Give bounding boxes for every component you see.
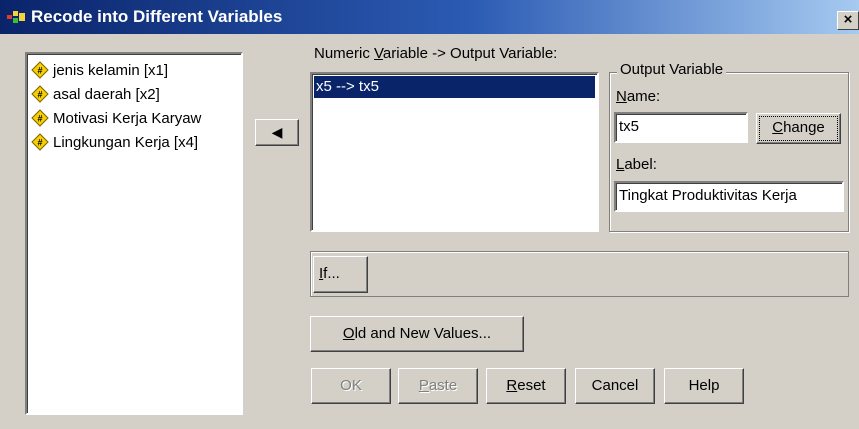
spss-app-icon: [7, 11, 25, 23]
svg-text:#: #: [37, 138, 42, 148]
change-button[interactable]: Change: [756, 113, 841, 144]
reset-button[interactable]: Reset: [486, 368, 566, 404]
list-item-label: jenis kelamin [x1]: [53, 61, 169, 79]
list-item-label: Lingkungan Kerja [x4]: [53, 133, 199, 151]
output-variable-group-title: Output Variable: [617, 61, 727, 78]
numeric-variable-icon: #: [31, 85, 49, 103]
list-item[interactable]: # asal daerah [x2]: [31, 83, 160, 105]
ok-button[interactable]: OK: [311, 368, 391, 404]
list-item[interactable]: # Lingkungan Kerja [x4]: [31, 131, 198, 153]
if-button[interactable]: If...: [313, 256, 368, 293]
recode-dialog: Recode into Different Variables × # jeni…: [0, 0, 859, 429]
mapping-selected-row[interactable]: x5 --> tx5: [314, 76, 595, 98]
title-bar: Recode into Different Variables ×: [0, 0, 859, 34]
label-field[interactable]: Tingkat Produktivitas Kerja: [614, 181, 844, 212]
label-label: Label:: [616, 156, 657, 173]
if-condition-panel: [310, 251, 849, 297]
numeric-variable-icon: #: [31, 109, 49, 127]
help-button[interactable]: Help: [664, 368, 744, 404]
cancel-button[interactable]: Cancel: [575, 368, 655, 404]
svg-text:#: #: [37, 90, 42, 100]
numeric-variable-icon: #: [31, 133, 49, 151]
svg-text:#: #: [37, 66, 42, 76]
list-item-label: Motivasi Kerja Karyaw: [53, 109, 202, 127]
window-title: Recode into Different Variables: [31, 7, 283, 26]
numeric-variable-icon: #: [31, 61, 49, 79]
name-label: Name:: [616, 88, 661, 105]
close-button[interactable]: ×: [837, 11, 859, 30]
svg-text:#: #: [37, 114, 42, 124]
numeric-output-mapping-list[interactable]: x5 --> tx5: [310, 72, 599, 232]
close-icon: ×: [843, 11, 853, 28]
list-item[interactable]: # Motivasi Kerja Karyaw: [31, 107, 201, 129]
arrow-left-icon: ◀: [271, 124, 283, 140]
paste-button[interactable]: Paste: [398, 368, 478, 404]
old-and-new-values-button[interactable]: Old and New Values...: [310, 316, 524, 352]
mapping-list-label: Numeric Variable -> Output Variable:: [314, 45, 558, 62]
list-item-label: asal daerah [x2]: [53, 85, 160, 103]
list-item[interactable]: # jenis kelamin [x1]: [31, 59, 168, 81]
source-variable-list[interactable]: # jenis kelamin [x1] # asal daerah [x2] …: [25, 52, 243, 415]
move-variable-button[interactable]: ◀: [255, 119, 299, 146]
name-field[interactable]: tx5: [614, 112, 748, 143]
